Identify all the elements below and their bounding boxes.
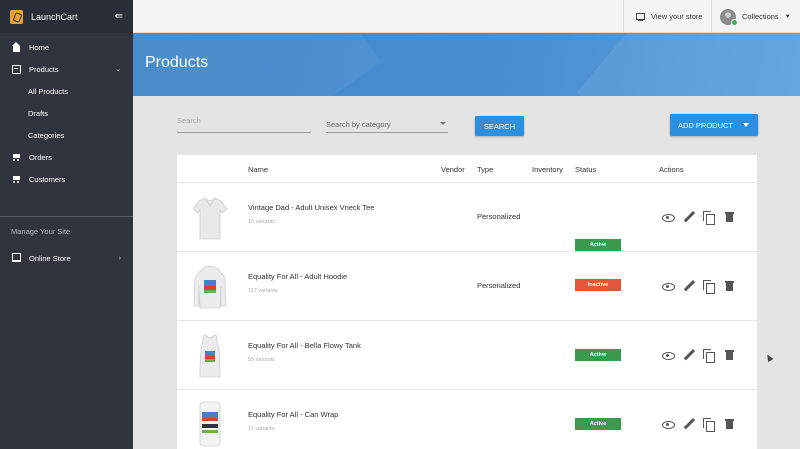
product-name[interactable]: Equality For All - Can Wrap bbox=[248, 410, 338, 419]
category-select[interactable]: Search by category bbox=[326, 116, 448, 133]
add-product-button[interactable]: ADD PRODUCT bbox=[670, 114, 758, 136]
variant-count: 11 variants bbox=[248, 426, 275, 432]
sidebar: LaunchCart ⇚ Home Products ⌄ All Product… bbox=[0, 0, 133, 449]
column-header-name[interactable]: Name bbox=[248, 165, 268, 174]
sidebar-item-categories[interactable]: Categories bbox=[0, 124, 133, 146]
sidebar-item-label: Products bbox=[29, 64, 59, 74]
product-type: Personalized bbox=[477, 281, 521, 290]
monitor-icon bbox=[636, 13, 645, 22]
sidebar-item-label: Orders bbox=[29, 152, 52, 162]
sidebar-item-online-store[interactable]: Online Store › bbox=[0, 247, 133, 269]
column-header-inventory[interactable]: Inventory bbox=[532, 165, 563, 174]
edit-icon[interactable] bbox=[683, 280, 695, 292]
product-thumbnail bbox=[192, 197, 228, 240]
product-name[interactable]: Equality For All - Adult Hoodie bbox=[248, 272, 347, 281]
status-badge: Active bbox=[575, 418, 621, 430]
launchcart-logo-icon bbox=[10, 9, 23, 24]
home-icon bbox=[12, 41, 21, 52]
sidebar-item-home[interactable]: Home bbox=[0, 36, 133, 58]
collections-label: Collections bbox=[742, 12, 779, 21]
add-product-label: ADD PRODUCT bbox=[678, 120, 734, 130]
column-header-vendor[interactable]: Vendor bbox=[441, 165, 465, 174]
sidebar-item-label: Home bbox=[29, 42, 50, 52]
view-icon[interactable] bbox=[662, 211, 675, 223]
product-thumbnail bbox=[199, 334, 221, 378]
delete-icon[interactable] bbox=[724, 211, 736, 223]
avatar bbox=[720, 8, 738, 26]
sidebar-item-products[interactable]: Products ⌄ bbox=[0, 58, 133, 80]
table-row[interactable]: Equality For All - Adult Hoodie 117 vari… bbox=[177, 252, 757, 321]
chevron-down-icon: ⌄ bbox=[115, 66, 121, 73]
table-header: Name Vendor Type Inventory Status Action… bbox=[177, 155, 757, 183]
view-icon[interactable] bbox=[662, 418, 675, 430]
view-icon[interactable] bbox=[662, 280, 675, 292]
duplicate-icon[interactable] bbox=[703, 211, 715, 225]
collapse-sidebar-icon[interactable]: ⇚ bbox=[115, 11, 123, 22]
product-name[interactable]: Vintage Dad - Adult Unisex Vneck Tee bbox=[248, 203, 374, 212]
row-actions bbox=[662, 349, 744, 363]
product-thumbnail bbox=[199, 401, 221, 447]
view-icon[interactable] bbox=[662, 349, 675, 361]
product-name[interactable]: Equality For All - Bella Flowy Tank bbox=[248, 341, 361, 350]
delete-icon[interactable] bbox=[724, 349, 736, 361]
column-header-actions: Actions bbox=[659, 165, 684, 174]
caret-down-icon bbox=[440, 122, 446, 125]
edit-icon[interactable] bbox=[683, 211, 695, 223]
variant-count: 15 variants bbox=[248, 219, 275, 225]
table-row[interactable]: Equality For All - Bella Flowy Tank 55 v… bbox=[177, 321, 757, 390]
view-store-label: View your store bbox=[651, 12, 703, 21]
section-label: Manage Your Site bbox=[11, 227, 71, 236]
cart-icon bbox=[12, 153, 21, 162]
status-badge: Active bbox=[575, 349, 621, 361]
sidebar-item-label: Online Store bbox=[29, 253, 71, 263]
search-input[interactable]: Search bbox=[177, 113, 311, 133]
row-actions bbox=[662, 418, 744, 432]
caret-down-icon: ▼ bbox=[784, 13, 791, 20]
delete-icon[interactable] bbox=[724, 280, 736, 292]
delete-icon[interactable] bbox=[724, 418, 736, 430]
edit-icon[interactable] bbox=[683, 349, 695, 361]
cart-icon bbox=[12, 175, 21, 184]
duplicate-icon[interactable] bbox=[703, 280, 715, 294]
search-button[interactable]: SEARCH bbox=[475, 116, 524, 136]
category-placeholder: Search by category bbox=[326, 120, 391, 129]
sidebar-nav: Home Products ⌄ All Products Drafts Cate… bbox=[0, 33, 133, 190]
sidebar-item-customers[interactable]: Customers bbox=[0, 168, 133, 190]
status-badge: Active bbox=[575, 239, 621, 251]
sidebar-item-orders[interactable]: Orders bbox=[0, 146, 133, 168]
monitor-icon bbox=[12, 252, 21, 262]
duplicate-icon[interactable] bbox=[703, 418, 715, 432]
chevron-right-icon: › bbox=[118, 254, 121, 262]
sidebar-item-label: Customers bbox=[29, 174, 66, 184]
table-row[interactable]: Vintage Dad - Adult Unisex Vneck Tee 15 … bbox=[177, 183, 757, 252]
table-row[interactable]: Equality For All - Can Wrap 11 variants … bbox=[177, 390, 757, 449]
duplicate-icon[interactable] bbox=[703, 349, 715, 363]
status-badge: Inactive bbox=[575, 279, 621, 291]
variant-count: 55 variants bbox=[248, 357, 275, 363]
product-thumbnail bbox=[193, 265, 227, 309]
row-actions bbox=[662, 211, 744, 225]
sidebar-item-all-products[interactable]: All Products bbox=[0, 80, 133, 102]
products-icon bbox=[12, 64, 21, 74]
topbar: View your store Collections ▼ bbox=[133, 0, 800, 33]
sidebar-divider bbox=[0, 216, 133, 217]
caret-down-icon bbox=[743, 123, 749, 127]
column-header-status[interactable]: Status bbox=[575, 165, 596, 174]
online-store-wrap: Online Store › bbox=[0, 247, 133, 269]
products-table: Name Vendor Type Inventory Status Action… bbox=[177, 155, 757, 449]
variant-count: 117 variants bbox=[248, 288, 278, 294]
collections-menu[interactable]: Collections ▼ bbox=[711, 0, 800, 33]
brand-name: LaunchCart bbox=[31, 11, 78, 22]
product-type: Personalized bbox=[477, 212, 521, 221]
column-header-type[interactable]: Type bbox=[477, 165, 493, 174]
sidebar-item-drafts[interactable]: Drafts bbox=[0, 102, 133, 124]
page-header: Products bbox=[133, 33, 800, 96]
online-status-dot bbox=[731, 18, 738, 26]
edit-icon[interactable] bbox=[683, 418, 695, 430]
page-title: Products bbox=[145, 54, 209, 71]
view-store-link[interactable]: View your store bbox=[623, 0, 711, 33]
brand-bar: LaunchCart ⇚ bbox=[0, 0, 133, 33]
mouse-cursor-icon bbox=[764, 352, 774, 363]
row-actions bbox=[662, 280, 744, 294]
